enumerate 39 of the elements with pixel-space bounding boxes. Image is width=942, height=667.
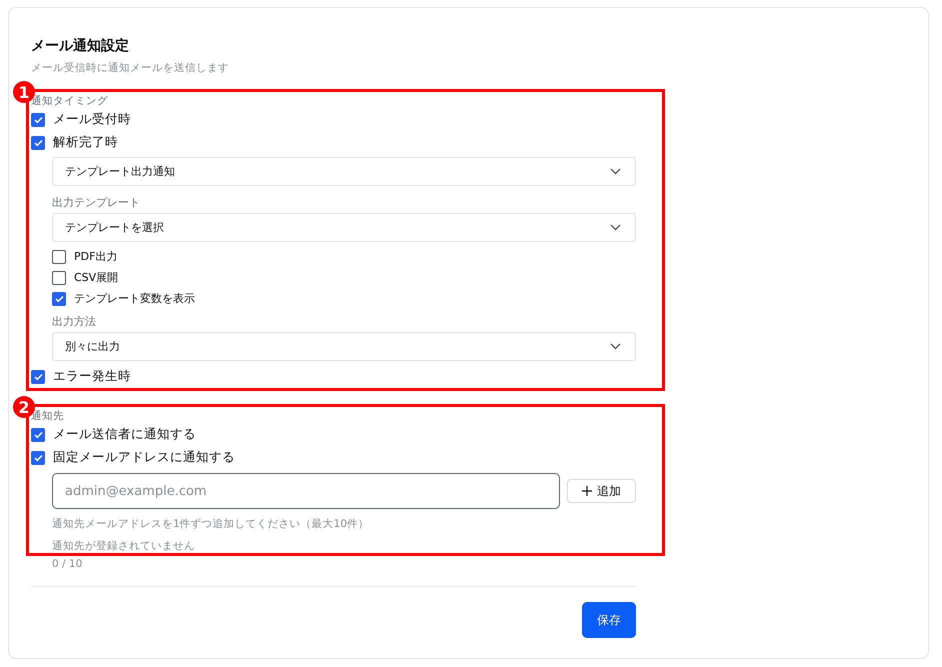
- chevron-down-icon: [610, 343, 621, 350]
- save-button[interactable]: 保存: [582, 602, 636, 638]
- select-field[interactable]: テンプレートを選択: [52, 213, 636, 242]
- check-icon: [34, 454, 42, 462]
- card-title: メール通知設定: [31, 37, 130, 55]
- checkbox[interactable]: [52, 270, 66, 284]
- checkbox[interactable]: [31, 136, 45, 150]
- checkbox-label: 解析完了時: [53, 134, 118, 151]
- add-button[interactable]: 追加: [567, 479, 636, 503]
- checkbox-label: メール送信者に通知する: [53, 426, 196, 443]
- checkbox[interactable]: [31, 428, 45, 442]
- checkbox-label: メール受付時: [53, 111, 131, 128]
- checkbox[interactable]: [52, 292, 66, 306]
- chevron-down-icon: [610, 224, 621, 231]
- checkbox[interactable]: [31, 450, 45, 464]
- help-text: 通知先メールアドレスを1件ずつ追加してください（最大10件）: [52, 518, 370, 531]
- select-field[interactable]: 別々に出力: [52, 332, 636, 361]
- select-field[interactable]: テンプレート出力通知: [52, 157, 636, 186]
- checkbox[interactable]: [31, 112, 45, 126]
- checkbox[interactable]: [52, 250, 66, 264]
- field-label: 出力方法: [52, 315, 97, 329]
- checkbox-label: CSV展開: [74, 270, 118, 285]
- plus-icon: [582, 486, 592, 496]
- card-subtitle: メール受信時に通知メールを送信します: [31, 61, 230, 75]
- check-icon: [34, 116, 42, 124]
- count-text: 0 / 10: [52, 558, 84, 571]
- help-text: 通知先が登録されていません: [52, 540, 196, 553]
- checkbox-label: 固定メールアドレスに通知する: [53, 449, 235, 466]
- checkbox-label: エラー発生時: [53, 368, 131, 385]
- check-icon: [34, 430, 42, 438]
- check-icon: [34, 372, 42, 380]
- checkbox-label: PDF出力: [74, 249, 118, 264]
- checkbox-label: テンプレート変数を表示: [74, 291, 195, 306]
- check-icon: [34, 138, 42, 146]
- chevron-down-icon: [610, 168, 621, 175]
- field-label: 出力テンプレート: [52, 196, 141, 210]
- check-icon: [54, 294, 64, 302]
- checkbox[interactable]: [31, 370, 45, 384]
- email-input-field[interactable]: admin@example.com: [52, 473, 560, 509]
